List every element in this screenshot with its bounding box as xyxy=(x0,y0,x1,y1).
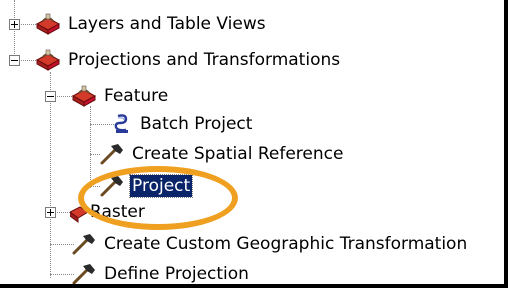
tree-item-label: Batch Project xyxy=(140,114,253,134)
tree-item-label: Raster xyxy=(90,202,145,222)
hammer-icon xyxy=(98,174,126,198)
tree-item-project[interactable]: Project xyxy=(98,174,194,198)
tree-item-create-spatial-reference[interactable]: Create Spatial Reference xyxy=(98,142,345,166)
toolbox-tree-panel: Layers and Table Views Projections and T… xyxy=(0,0,508,288)
expand-toggle-layers[interactable] xyxy=(9,19,20,30)
tree-item-label: Define Projection xyxy=(104,264,249,284)
hammer-icon xyxy=(98,142,126,166)
tree-connector xyxy=(50,72,51,278)
plus-icon xyxy=(47,209,54,216)
collapse-toggle-projections[interactable] xyxy=(9,55,20,66)
tree-item-projections-and-transformations[interactable]: Projections and Transformations xyxy=(34,48,342,72)
tree-item-label: Create Custom Geographic Transformation xyxy=(104,234,468,254)
toolbox-icon xyxy=(70,200,88,224)
tree-item-layers-and-table-views[interactable]: Layers and Table Views xyxy=(34,12,268,36)
tree-item-label: Create Spatial Reference xyxy=(132,144,344,164)
minus-icon xyxy=(11,60,18,61)
collapse-toggle-feature[interactable] xyxy=(45,91,56,102)
toolbox-icon xyxy=(70,84,98,108)
minus-icon xyxy=(47,96,54,97)
toolbox-icon xyxy=(34,12,62,36)
tree-connector xyxy=(90,106,91,188)
hammer-icon xyxy=(70,232,98,256)
toolbox-icon xyxy=(34,48,62,72)
plus-icon xyxy=(11,21,18,28)
tree-item-create-custom-geographic-transformation[interactable]: Create Custom Geographic Transformation xyxy=(70,232,469,256)
tree-connector xyxy=(90,124,114,125)
tree-item-label: Projections and Transformations xyxy=(68,50,341,70)
expand-toggle-raster[interactable] xyxy=(45,207,56,218)
toolbox-tree: Layers and Table Views Projections and T… xyxy=(0,0,504,284)
tree-item-feature[interactable]: Feature xyxy=(70,84,170,108)
hammer-icon xyxy=(70,262,98,284)
tree-item-raster[interactable]: Raster xyxy=(70,200,147,224)
tree-item-label: Feature xyxy=(104,86,169,106)
script-icon xyxy=(112,112,134,136)
tree-item-label: Layers and Table Views xyxy=(68,14,266,34)
tree-item-label: Project xyxy=(128,174,194,198)
tree-item-batch-project[interactable]: Batch Project xyxy=(112,112,254,136)
tree-item-define-projection[interactable]: Define Projection xyxy=(70,262,251,284)
